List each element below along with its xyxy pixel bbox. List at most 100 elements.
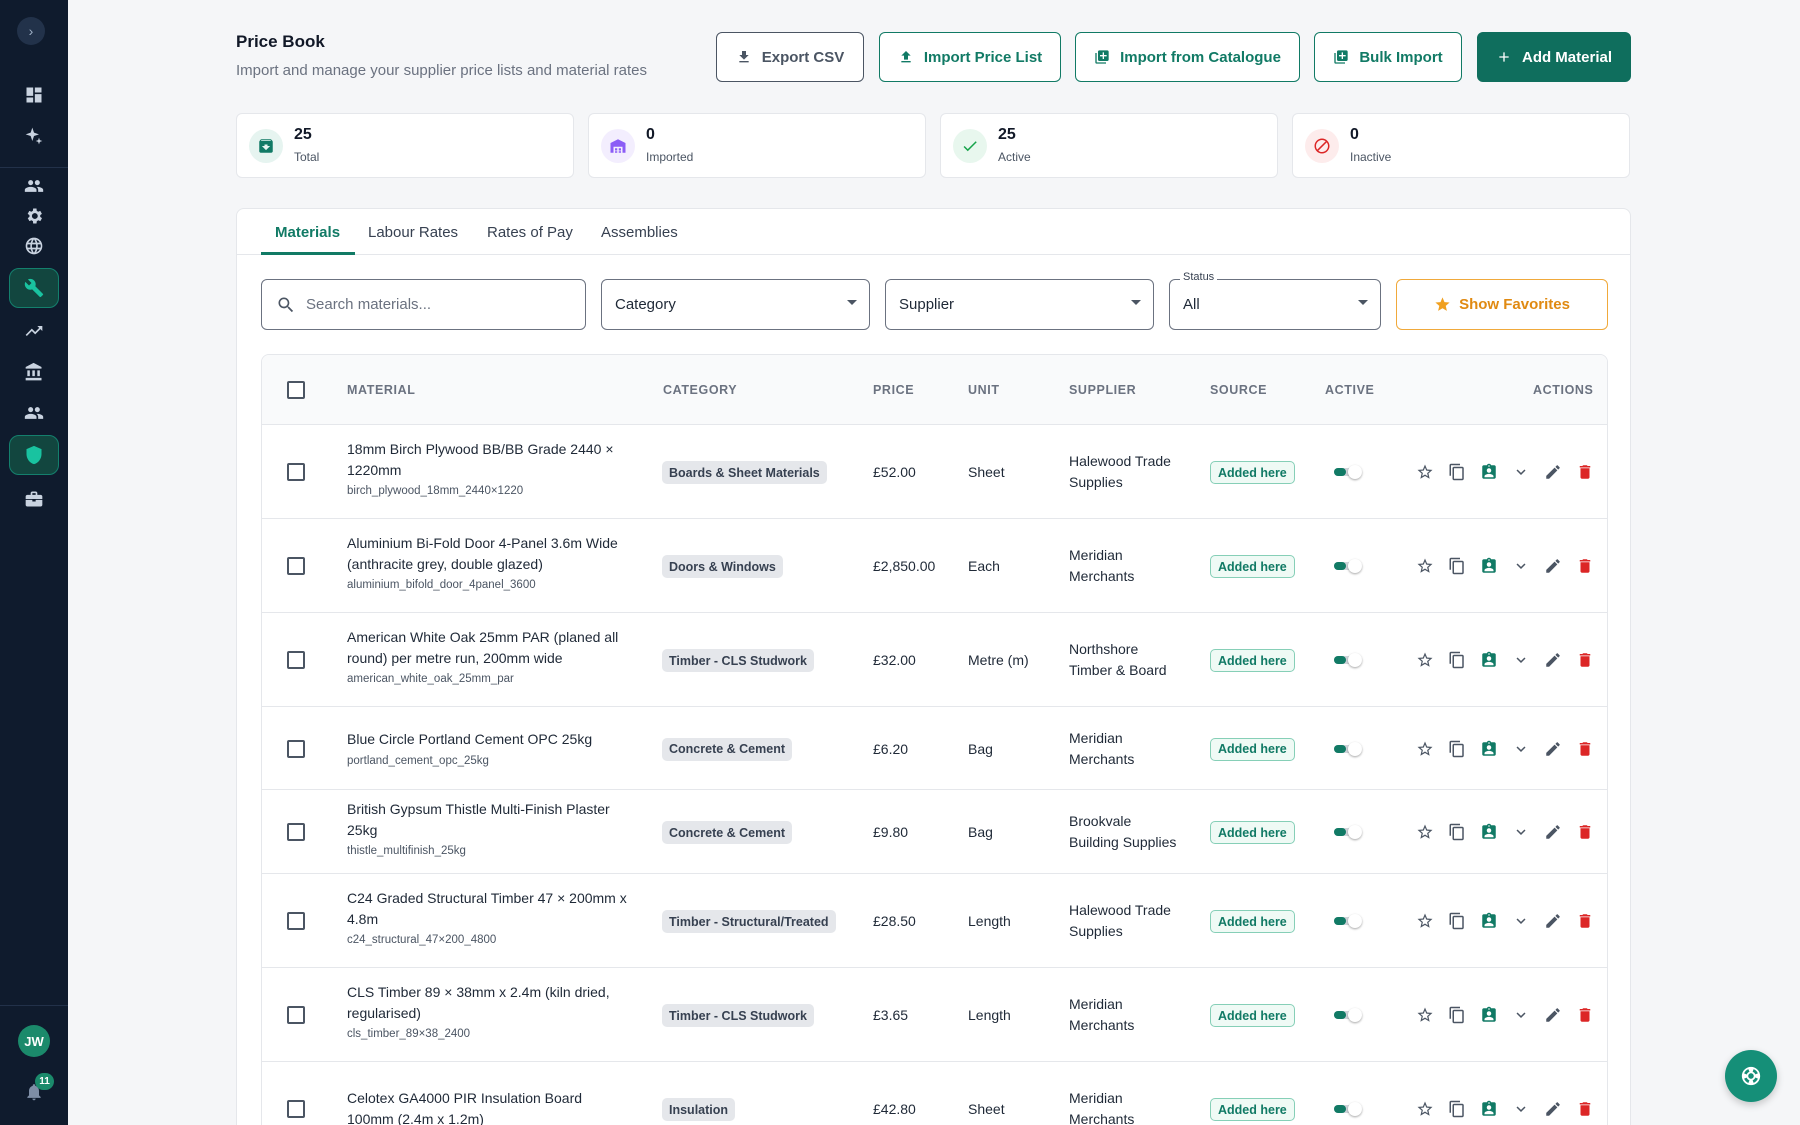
tools-wrench-icon[interactable] xyxy=(9,268,59,308)
expand-row-icon[interactable] xyxy=(1511,650,1531,670)
settings-gear-icon[interactable] xyxy=(9,199,59,233)
delete-icon[interactable] xyxy=(1575,650,1595,670)
column-header[interactable]: PRICE xyxy=(873,383,914,397)
bank-icon[interactable] xyxy=(9,355,59,389)
active-toggle[interactable] xyxy=(1334,741,1362,756)
delete-icon[interactable] xyxy=(1575,556,1595,576)
expand-row-icon[interactable] xyxy=(1511,556,1531,576)
expand-sidebar-icon[interactable]: › xyxy=(17,17,45,45)
import-from-catalogue-button[interactable]: Import from Catalogue xyxy=(1075,32,1300,82)
delete-icon[interactable] xyxy=(1575,462,1595,482)
ai-sparkle-icon[interactable] xyxy=(9,119,59,153)
active-toggle[interactable] xyxy=(1334,914,1362,928)
expand-row-icon[interactable] xyxy=(1511,1099,1531,1119)
tab-materials[interactable]: Materials xyxy=(275,224,340,241)
team-icon[interactable] xyxy=(9,396,59,430)
favorite-star-icon[interactable] xyxy=(1415,462,1435,482)
active-toggle[interactable] xyxy=(1334,465,1362,479)
column-header[interactable]: MATERIAL xyxy=(347,383,415,397)
delete-icon[interactable] xyxy=(1575,911,1595,931)
people-icon[interactable] xyxy=(9,169,59,203)
assign-supplier-icon[interactable] xyxy=(1479,650,1499,670)
category-select[interactable]: Category xyxy=(601,279,870,330)
tab-labour-rates[interactable]: Labour Rates xyxy=(368,224,458,241)
edit-icon[interactable] xyxy=(1543,1099,1563,1119)
help-support-button[interactable] xyxy=(1725,1050,1777,1102)
column-header[interactable]: SOURCE xyxy=(1210,383,1267,397)
active-toggle[interactable] xyxy=(1334,653,1362,667)
delete-icon[interactable] xyxy=(1575,1005,1595,1025)
duplicate-icon[interactable] xyxy=(1447,556,1467,576)
assign-supplier-icon[interactable] xyxy=(1479,1005,1499,1025)
search-input[interactable] xyxy=(306,296,556,313)
expand-row-icon[interactable] xyxy=(1511,462,1531,482)
row-checkbox[interactable] xyxy=(287,912,305,930)
favorite-star-icon[interactable] xyxy=(1415,1099,1435,1119)
favorite-star-icon[interactable] xyxy=(1415,1005,1435,1025)
globe-icon[interactable] xyxy=(9,229,59,263)
duplicate-icon[interactable] xyxy=(1447,1099,1467,1119)
shield-icon[interactable] xyxy=(9,435,59,475)
user-avatar[interactable]: JW xyxy=(18,1025,50,1057)
row-checkbox[interactable] xyxy=(287,823,305,841)
duplicate-icon[interactable] xyxy=(1447,462,1467,482)
status-select[interactable]: Status All xyxy=(1169,271,1381,330)
select-all-checkbox[interactable] xyxy=(287,381,305,399)
favorite-star-icon[interactable] xyxy=(1415,556,1435,576)
edit-icon[interactable] xyxy=(1543,462,1563,482)
favorite-star-icon[interactable] xyxy=(1415,822,1435,842)
expand-row-icon[interactable] xyxy=(1511,1005,1531,1025)
show-favorites-button[interactable]: Show Favorites xyxy=(1396,279,1608,330)
assign-supplier-icon[interactable] xyxy=(1479,739,1499,759)
search-box[interactable] xyxy=(261,279,586,330)
assign-supplier-icon[interactable] xyxy=(1479,911,1499,931)
column-header[interactable]: ACTIVE xyxy=(1325,383,1374,397)
duplicate-icon[interactable] xyxy=(1447,1005,1467,1025)
edit-icon[interactable] xyxy=(1543,911,1563,931)
assign-supplier-icon[interactable] xyxy=(1479,1099,1499,1119)
assign-supplier-icon[interactable] xyxy=(1479,556,1499,576)
assign-supplier-icon[interactable] xyxy=(1479,822,1499,842)
briefcase-icon[interactable] xyxy=(9,482,59,516)
delete-icon[interactable] xyxy=(1575,822,1595,842)
add-material-button[interactable]: Add Material xyxy=(1477,32,1631,82)
edit-icon[interactable] xyxy=(1543,650,1563,670)
import-price-list-button[interactable]: Import Price List xyxy=(879,32,1061,82)
active-toggle[interactable] xyxy=(1334,559,1362,573)
favorite-star-icon[interactable] xyxy=(1415,650,1435,670)
tab-rates-of-pay[interactable]: Rates of Pay xyxy=(487,224,573,241)
delete-icon[interactable] xyxy=(1575,1099,1595,1119)
active-toggle[interactable] xyxy=(1334,1008,1362,1022)
row-checkbox[interactable] xyxy=(287,557,305,575)
tab-assemblies[interactable]: Assemblies xyxy=(601,224,678,241)
favorite-star-icon[interactable] xyxy=(1415,911,1435,931)
supplier-select[interactable]: Supplier xyxy=(885,279,1154,330)
duplicate-icon[interactable] xyxy=(1447,650,1467,670)
export-csv-button[interactable]: Export CSV xyxy=(716,32,864,82)
column-header[interactable]: SUPPLIER xyxy=(1069,383,1136,397)
active-toggle[interactable] xyxy=(1334,825,1362,839)
expand-row-icon[interactable] xyxy=(1511,822,1531,842)
edit-icon[interactable] xyxy=(1543,556,1563,576)
duplicate-icon[interactable] xyxy=(1447,911,1467,931)
edit-icon[interactable] xyxy=(1543,1005,1563,1025)
bulk-import-button[interactable]: Bulk Import xyxy=(1314,32,1462,82)
edit-icon[interactable] xyxy=(1543,739,1563,759)
edit-icon[interactable] xyxy=(1543,822,1563,842)
active-toggle[interactable] xyxy=(1334,1102,1362,1116)
row-checkbox[interactable] xyxy=(287,1006,305,1024)
column-header[interactable]: UNIT xyxy=(968,383,1000,397)
dashboard-icon[interactable] xyxy=(9,78,59,112)
favorite-star-icon[interactable] xyxy=(1415,739,1435,759)
duplicate-icon[interactable] xyxy=(1447,822,1467,842)
delete-icon[interactable] xyxy=(1575,739,1595,759)
row-checkbox[interactable] xyxy=(287,651,305,669)
column-header[interactable]: CATEGORY xyxy=(663,383,737,397)
row-checkbox[interactable] xyxy=(287,1100,305,1118)
row-checkbox[interactable] xyxy=(287,463,305,481)
assign-supplier-icon[interactable] xyxy=(1479,462,1499,482)
duplicate-icon[interactable] xyxy=(1447,739,1467,759)
trending-icon[interactable] xyxy=(9,314,59,348)
row-checkbox[interactable] xyxy=(287,739,305,758)
expand-row-icon[interactable] xyxy=(1511,739,1531,759)
